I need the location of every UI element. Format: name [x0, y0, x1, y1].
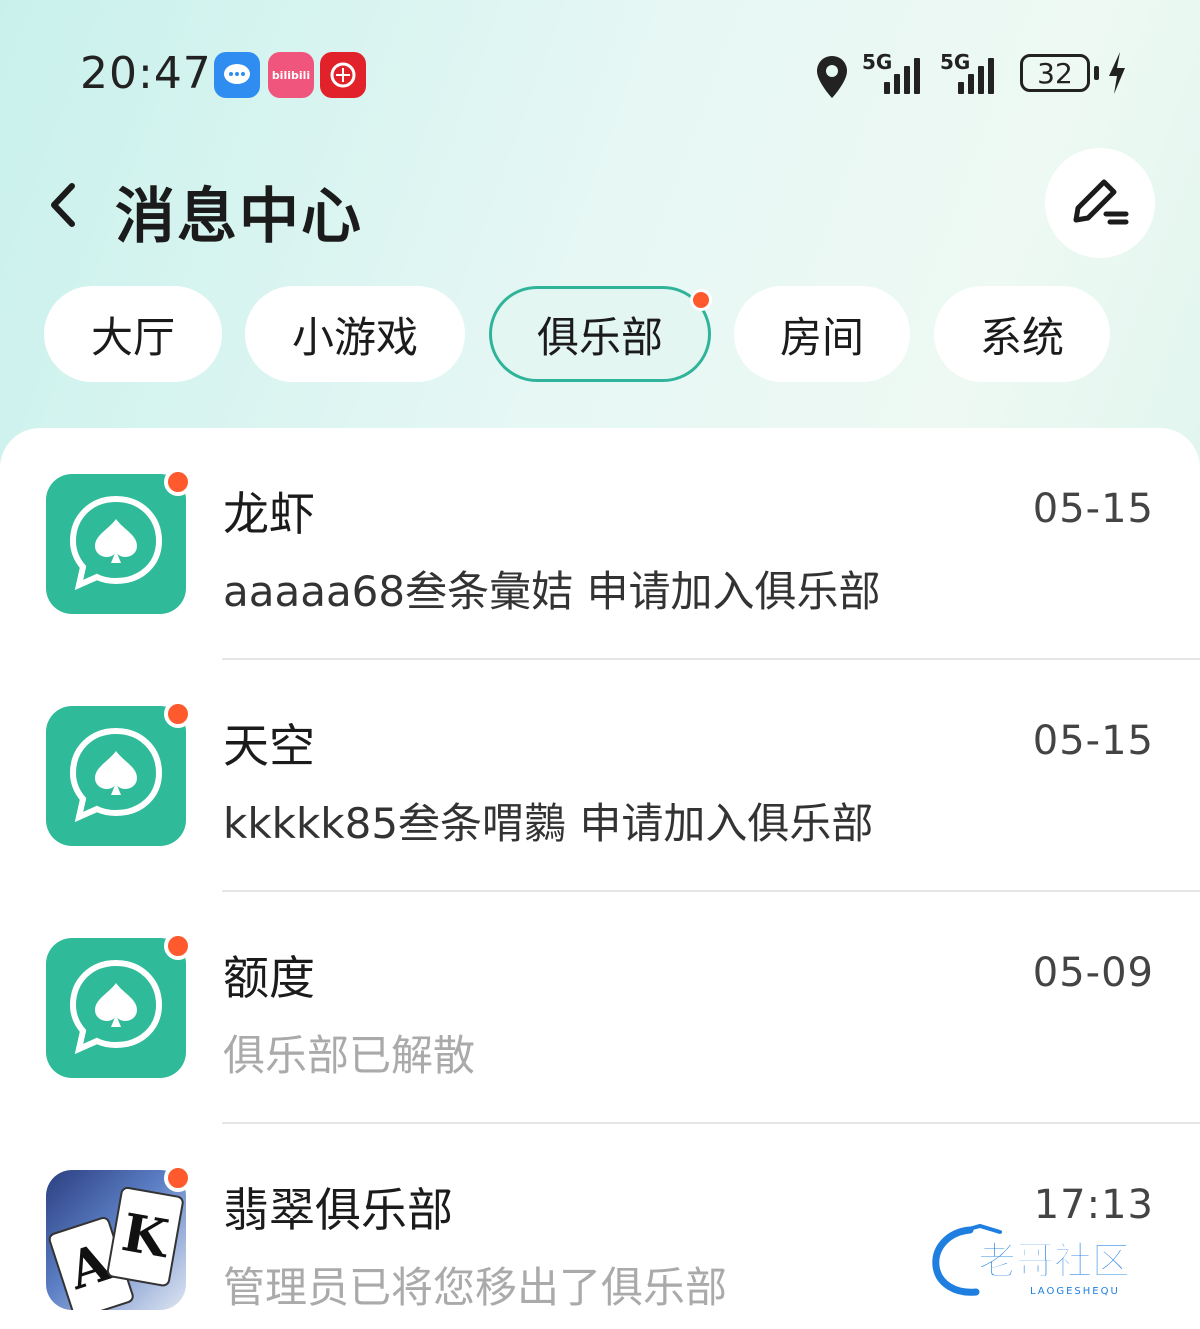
- spade-chat-icon: [46, 474, 186, 614]
- tab-system[interactable]: 系统: [934, 286, 1110, 382]
- tab-room[interactable]: 房间: [734, 286, 910, 382]
- message-preview: aaaaa68叁条彙姞 申请加入俱乐部: [223, 567, 881, 616]
- charging-bolt-icon: [1109, 52, 1125, 94]
- message-time: 05-15: [1032, 486, 1154, 532]
- message-row[interactable]: 额度 05-09 俱乐部已解散: [0, 892, 1200, 1124]
- status-time: 20:47: [80, 48, 212, 99]
- signal-1-label: 5G: [862, 50, 893, 74]
- edit-pen-icon: [1073, 179, 1129, 225]
- back-button[interactable]: [38, 175, 88, 235]
- message-title: 龙虾: [223, 487, 315, 541]
- category-tabs: 大厅 小游戏 俱乐部 房间 系统: [0, 286, 1200, 384]
- mark-read-button[interactable]: [1045, 148, 1155, 258]
- unread-dot: [164, 932, 192, 960]
- watermark-text: 老哥社区: [978, 1239, 1130, 1283]
- message-time: 05-09: [1032, 950, 1154, 996]
- unread-dot: [164, 468, 192, 496]
- message-title: 翡翠俱乐部: [223, 1183, 453, 1237]
- tab-label: 系统: [979, 312, 1064, 362]
- tab-label: 俱乐部: [536, 312, 663, 362]
- signal-2-icon: 5G: [940, 50, 994, 94]
- tab-label: 小游戏: [291, 312, 418, 362]
- message-time: 05-15: [1032, 718, 1154, 764]
- tab-lobby[interactable]: 大厅: [44, 286, 222, 382]
- message-preview: 管理员已将您移出了俱乐部: [223, 1263, 728, 1312]
- chevron-left-icon: [51, 183, 75, 227]
- signal-2-label: 5G: [940, 50, 971, 74]
- tab-label: 房间: [779, 312, 864, 362]
- message-row[interactable]: 天空 05-15 kkkkk85叁条喟鸏 申请加入俱乐部: [0, 660, 1200, 892]
- battery-cap: [1094, 66, 1099, 80]
- messages-app-icon: [214, 52, 260, 98]
- unread-dot: [164, 700, 192, 728]
- battery-icon: 32: [1020, 54, 1090, 92]
- signal-1-icon: 5G: [862, 50, 920, 94]
- watermark-subtext: LAOGESHEQU: [1030, 1286, 1120, 1297]
- red-app-icon: [320, 52, 366, 98]
- message-preview: kkkkk85叁条喟鸏 申请加入俱乐部: [223, 799, 874, 848]
- unread-dot: [690, 289, 712, 311]
- tab-club[interactable]: 俱乐部: [489, 286, 712, 382]
- status-bar: 20:47 bilibili 5G 5G 32: [0, 0, 1200, 150]
- watermark-logo: 老哥社区 LAOGESHEQU: [930, 1222, 1190, 1302]
- battery-level: 32: [1037, 56, 1073, 90]
- tab-label: 大厅: [90, 312, 175, 362]
- spade-chat-icon: [46, 938, 186, 1078]
- message-title: 天空: [223, 719, 315, 773]
- bilibili-app-icon: bilibili: [268, 52, 314, 98]
- page-title: 消息中心: [115, 182, 363, 252]
- bilibili-app-label: bilibili: [271, 68, 311, 82]
- ace-king-cards-icon: A K: [46, 1170, 186, 1310]
- tab-mini-games[interactable]: 小游戏: [245, 286, 465, 382]
- location-icon: [817, 56, 847, 98]
- message-row[interactable]: 龙虾 05-15 aaaaa68叁条彙姞 申请加入俱乐部: [0, 428, 1200, 660]
- unread-dot: [164, 1164, 192, 1192]
- spade-chat-icon: [46, 706, 186, 846]
- message-preview: 俱乐部已解散: [223, 1031, 476, 1080]
- message-list: 龙虾 05-15 aaaaa68叁条彙姞 申请加入俱乐部 天空 05-15 kk…: [0, 428, 1200, 1329]
- message-title: 额度: [223, 951, 315, 1005]
